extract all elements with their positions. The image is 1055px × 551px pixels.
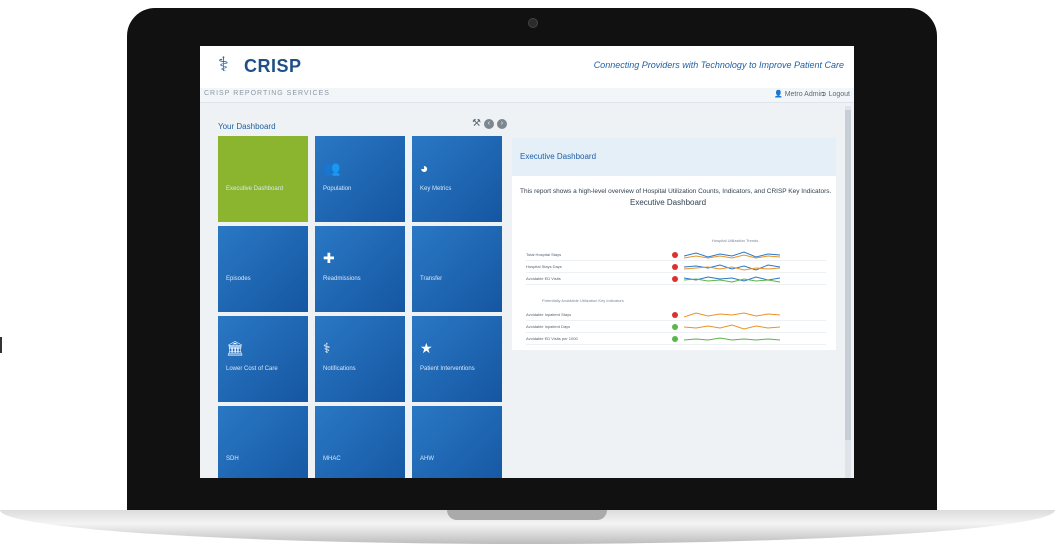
- table-row: Avoidable ED Visits per 1000: [526, 334, 826, 345]
- scrollbar-thumb[interactable]: [845, 110, 851, 440]
- key-indicators-title: Potentially Avoidable Utilization Key In…: [542, 298, 624, 303]
- status-dot: [672, 264, 678, 270]
- app-screen: ⚕ CRISP Connecting Providers with Techno…: [200, 46, 854, 478]
- status-dot: [672, 276, 678, 282]
- row-label: Hospital Stays Days: [526, 264, 562, 269]
- row-label: Avoidable ED Visits per 1000: [526, 336, 578, 341]
- row-label: Total Hospital Stays: [526, 252, 562, 257]
- tile-ahw[interactable]: AHW: [412, 406, 502, 478]
- logo-text[interactable]: CRISP: [244, 56, 302, 77]
- network-icon: ★: [420, 340, 433, 356]
- tile-label: Notifications: [323, 366, 356, 372]
- table-row: Avoidable Inpatient Days: [526, 322, 826, 333]
- tile-label: Lower Cost of Care: [226, 366, 278, 372]
- dashboard-title: Your Dashboard: [218, 122, 276, 131]
- logout-link[interactable]: ➲ Logout: [821, 90, 850, 98]
- laptop-notch: [447, 510, 607, 520]
- tile-key-metrics[interactable]: ◕ Key Metrics: [412, 136, 502, 222]
- status-dot: [672, 324, 678, 330]
- next-button[interactable]: ›: [496, 119, 507, 129]
- subbar-title: CRISP REPORTING SERVICES: [204, 90, 330, 97]
- divider: [0, 337, 2, 353]
- tile-label: Population: [323, 186, 352, 192]
- sparkline: [684, 276, 780, 283]
- tile-transfer[interactable]: Transfer: [412, 226, 502, 312]
- row-label: Avoidable Inpatient Days: [526, 324, 571, 329]
- sparkline: [684, 324, 780, 330]
- user-menu[interactable]: 👤 Metro Admin: [774, 90, 824, 98]
- row-label: Avoidable ED Visits: [526, 276, 561, 281]
- row-label: Avoidable Inpatient Stays: [526, 312, 572, 317]
- caduceus-icon: ⚕: [218, 54, 229, 76]
- sparkline: [684, 337, 780, 341]
- status-dot: [672, 336, 678, 342]
- logout-label: Logout: [828, 91, 850, 98]
- sub-bar: CRISP REPORTING SERVICES 👤 Metro Admin ➲…: [200, 88, 854, 103]
- panel-title: Executive Dashboard: [520, 152, 597, 161]
- gauge-icon: ◕: [420, 160, 429, 176]
- dashboard-tools: ⚒ ‹ ›: [472, 118, 507, 130]
- panel-description: This report shows a high-level overview …: [520, 188, 832, 195]
- tile-patient-interventions[interactable]: ★ Patient Interventions: [412, 316, 502, 402]
- tile-population[interactable]: 👥 Population: [315, 136, 405, 222]
- table-row: Total Hospital Stays: [526, 250, 826, 261]
- tile-label: Executive Dashboard: [226, 186, 284, 192]
- app-header: ⚕ CRISP Connecting Providers with Techno…: [200, 46, 854, 89]
- doctor-icon: ⚕: [323, 340, 331, 356]
- tile-label: Readmissions: [323, 276, 361, 282]
- wrench-icon[interactable]: ⚒: [472, 119, 481, 129]
- tile-notifications[interactable]: ⚕ Notifications: [315, 316, 405, 402]
- tile-lower-cost-of-care[interactable]: 🏛 Lower Cost of Care: [218, 316, 308, 402]
- tile-label: MHAC: [323, 456, 341, 462]
- tile-episodes[interactable]: Episodes: [218, 226, 308, 312]
- bank-icon: 🏛: [226, 340, 244, 356]
- sparkline: [684, 251, 780, 259]
- status-dot: [672, 252, 678, 258]
- trend-title: Hospital Utilization Trends: [712, 238, 759, 243]
- tile-readmissions[interactable]: ✚ Readmissions: [315, 226, 405, 312]
- tile-mhac[interactable]: MHAC: [315, 406, 405, 478]
- tile-label: Key Metrics: [420, 186, 452, 192]
- tile-sdh[interactable]: SDH: [218, 406, 308, 478]
- sparkline: [684, 264, 780, 271]
- tile-label: Episodes: [226, 276, 251, 282]
- prev-button[interactable]: ‹: [483, 119, 494, 129]
- panel-header: Executive Dashboard: [512, 138, 836, 176]
- tile-grid: Executive Dashboard 👥 Population ◕ Key M…: [218, 136, 506, 478]
- table-row: Avoidable Inpatient Stays: [526, 310, 826, 321]
- executive-dashboard-panel: Executive Dashboard This report shows a …: [512, 138, 836, 350]
- table-row: Avoidable ED Visits: [526, 274, 826, 285]
- sparkline: [684, 312, 780, 318]
- tile-executive-dashboard[interactable]: Executive Dashboard: [218, 136, 308, 222]
- tile-label: AHW: [420, 456, 434, 462]
- tile-label: Transfer: [420, 276, 443, 282]
- people-icon: 👥: [323, 160, 341, 176]
- status-dot: [672, 312, 678, 318]
- report-title: Executive Dashboard: [630, 198, 707, 207]
- table-row: Hospital Stays Days: [526, 262, 826, 273]
- user-name: Metro Admin: [784, 91, 824, 98]
- medkit-icon: ✚: [323, 250, 335, 266]
- tile-label: SDH: [226, 456, 239, 462]
- camera-icon: [528, 18, 538, 28]
- tile-label: Patient Interventions: [420, 366, 475, 372]
- tagline: Connecting Providers with Technology to …: [593, 60, 844, 70]
